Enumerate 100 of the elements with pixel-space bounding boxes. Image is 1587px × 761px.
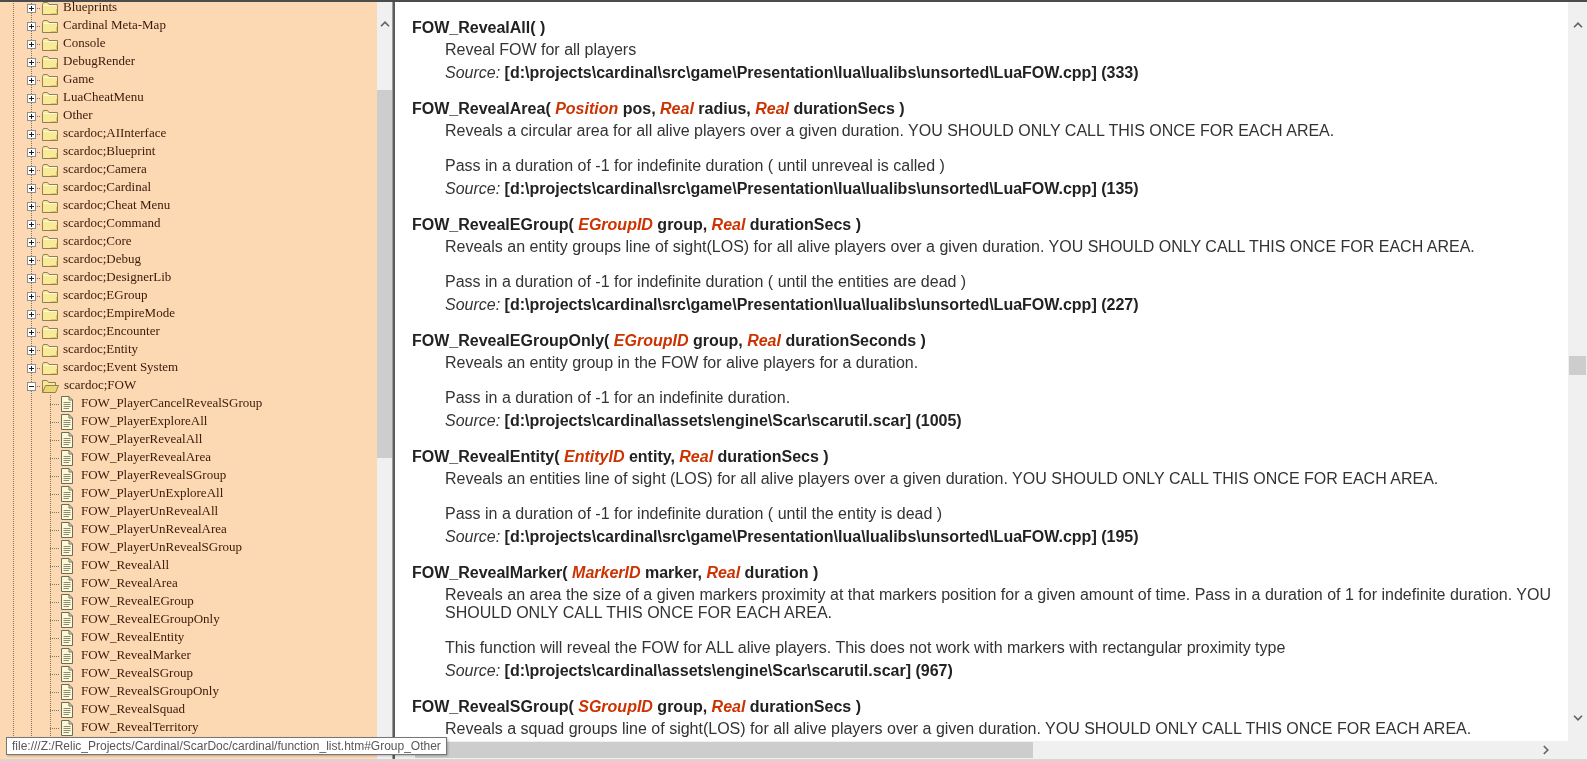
tree-item[interactable]: FOW_PlayerRevealArea [81,449,211,464]
function-description: Reveals an entities line of sight (LOS) for all alive players over a given duration. YOU SHOULD ONLY CALL THIS ONCE FOR EACH AREA. [445,470,1440,488]
source-reference: Source: [d:\projects\cardinal\src\game\Presentation\lua\lualibs\unsorted\LuaFOW.cpp] (195) [445,528,1140,546]
tree-item[interactable]: FOW_RevealArea [81,575,178,590]
expand-icon[interactable] [27,183,36,193]
chevron-right-icon[interactable] [1543,745,1549,755]
source-reference: Source: [d:\projects\cardinal\src\game\Presentation\lua\lualibs\unsorted\LuaFOW.cpp] (333) [445,64,1140,82]
expand-icon[interactable] [27,345,36,355]
tree-item[interactable]: scardoc;AIInterface [63,125,167,140]
tree-item[interactable]: FOW_RevealTerritory [81,719,199,734]
folder-icon [42,109,58,123]
open-folder-icon [42,379,59,393]
chevron-up-icon[interactable] [1572,22,1583,28]
folder-icon [42,55,58,69]
tree-item[interactable]: FOW_RevealEGroup [81,593,194,608]
tree-item[interactable]: scardoc;Entity [63,341,139,356]
expand-icon[interactable] [27,57,36,67]
expand-icon[interactable] [27,39,36,49]
expand-icon[interactable] [27,21,36,31]
tree-item[interactable]: scardoc;Command [63,215,161,230]
folder-icon [42,235,58,249]
function-description: Pass in a duration of -1 for indefinite duration ( until unreveal is called ) [445,157,946,175]
page-icon [61,612,73,628]
tree-item[interactable]: scardoc;DesignerLib [63,269,172,284]
tree-item[interactable]: scardoc;Blueprint [63,143,156,158]
function-signature: FOW_RevealEGroup( EGroupID group, Real durationSecs ) [412,216,862,234]
expand-icon[interactable] [27,129,36,139]
source-reference: Source: [d:\projects\cardinal\assets\engine\Scar\scarutil.scar] (1005) [445,412,963,430]
tree-item[interactable]: scardoc;Core [63,233,132,248]
tree-item[interactable]: scardoc;Camera [63,161,147,176]
tree-item[interactable]: scardoc;Event System [63,359,179,374]
function-signature: FOW_RevealSGroup( SGroupID group, Real durationSecs ) [412,698,862,716]
expand-icon[interactable] [27,147,36,157]
expand-icon[interactable] [27,327,36,337]
page-icon [61,630,73,646]
tree-item[interactable]: FOW_RevealAll [81,557,170,572]
page-icon [61,396,73,412]
tree-item[interactable]: scardoc;EGroup [63,287,148,302]
expand-icon[interactable] [27,111,36,121]
expand-icon[interactable] [27,219,36,229]
tree-item[interactable]: Game [63,71,95,86]
tree-item[interactable]: FOW_PlayerRevealSGroup [81,467,227,482]
tree-item[interactable]: Blueprints [63,2,118,14]
expand-icon[interactable] [27,201,36,211]
expand-icon[interactable] [27,363,36,373]
collapse-icon[interactable] [27,381,36,391]
tree-item[interactable]: scardoc;FOW [64,377,137,392]
chevron-up-icon[interactable] [379,21,390,27]
scrollbar-thumb[interactable] [1569,356,1586,375]
expand-icon[interactable] [27,273,36,283]
tree-item[interactable]: FOW_RevealSGroupOnly [81,683,219,698]
expand-icon[interactable] [27,165,36,175]
tree-item[interactable]: FOW_RevealEGroupOnly [81,611,220,626]
tree-item[interactable]: FOW_RevealSGroup [81,665,193,680]
function-signature: FOW_RevealEntity( EntityID entity, Real durationSecs ) [412,448,830,466]
expand-icon[interactable] [27,255,36,265]
page-icon [61,522,73,538]
tree-item[interactable]: FOW_RevealMarker [81,647,191,662]
page-icon [61,666,73,682]
function-description: Pass in a duration of -1 for indefinite duration ( until the entities are dead ) [445,273,968,291]
expand-icon[interactable] [27,75,36,85]
function-signature: FOW_RevealAll( ) [412,19,547,37]
function-signature: FOW_RevealArea( Position pos, Real radius, Real durationSecs ) [412,100,906,118]
tree-item[interactable]: scardoc;Cardinal [63,179,152,194]
expand-icon[interactable] [27,309,36,319]
expand-icon[interactable] [27,3,36,13]
tree-item[interactable]: LuaCheatMenu [63,89,144,104]
source-reference: Source: [d:\projects\cardinal\src\game\Presentation\lua\lualibs\unsorted\LuaFOW.cpp] (135) [445,180,1140,198]
tree-item[interactable]: Other [63,107,93,122]
page-icon [61,702,73,718]
expand-icon[interactable] [27,237,36,247]
tree-item[interactable]: FOW_PlayerUnExploreAll [81,485,224,500]
tree-item[interactable]: FOW_PlayerRevealAll [81,431,203,446]
function-description: Reveals a circular area for all alive players over a given duration. YOU SHOULD ONLY CALL THIS ONCE FOR EACH AREA. [445,122,1336,140]
tree-item[interactable]: scardoc;Cheat Menu [63,197,171,212]
chevron-down-icon[interactable] [1572,715,1583,721]
page-icon [61,576,73,592]
function-signature: FOW_RevealMarker( MarkerID marker, Real duration ) [412,564,820,582]
tree-item[interactable]: Cardinal Meta-Map [63,17,166,32]
tree-item[interactable]: scardoc;EmpireMode [63,305,175,320]
tree-item[interactable]: FOW_PlayerUnRevealArea [81,521,227,536]
source-reference: Source: [d:\projects\cardinal\src\game\Presentation\lua\lualibs\unsorted\LuaFOW.cpp] (227) [445,296,1140,314]
tree-item[interactable]: FOW_RevealSquad [81,701,185,716]
page-icon [61,558,73,574]
scrollbar-thumb[interactable] [377,90,392,458]
tree-item[interactable]: FOW_RevealEntity [81,629,185,644]
folder-icon [42,343,58,357]
folder-icon [42,91,58,105]
tree-item[interactable]: FOW_PlayerUnRevealSGroup [81,539,243,554]
folder-icon [42,217,58,231]
page-icon [61,648,73,664]
tree-item[interactable]: Console [63,35,106,50]
tree-item[interactable]: FOW_PlayerExploreAll [81,413,208,428]
expand-icon[interactable] [27,291,36,301]
tree-item[interactable]: FOW_PlayerCancelRevealSGroup [81,395,263,410]
tree-item[interactable]: DebugRender [63,53,136,68]
tree-item[interactable]: scardoc;Encounter [63,323,160,338]
tree-item[interactable]: FOW_PlayerUnRevealAll [81,503,219,518]
expand-icon[interactable] [27,93,36,103]
tree-item[interactable]: scardoc;Debug [63,251,141,266]
